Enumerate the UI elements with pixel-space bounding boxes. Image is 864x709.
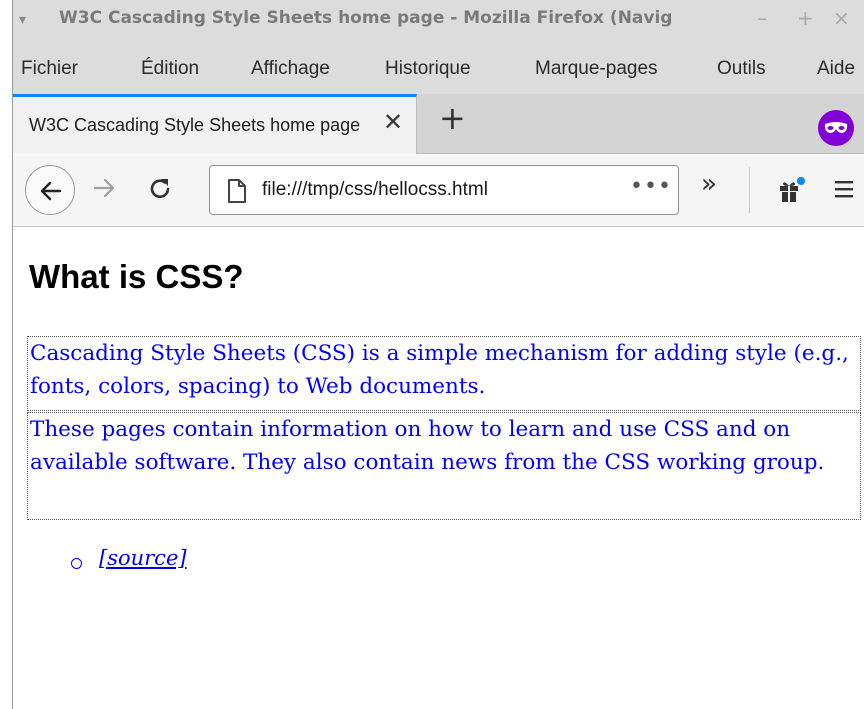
menu-fichier[interactable]: Fichier	[21, 58, 78, 80]
menu-aide[interactable]: Aide	[817, 58, 855, 80]
menu-edition[interactable]: Édition	[141, 58, 199, 80]
toolbar-divider	[749, 167, 750, 213]
private-browsing-icon	[818, 110, 854, 146]
overflow-icon[interactable]: »	[701, 171, 717, 197]
window-menu-icon[interactable]: ▾	[19, 12, 26, 28]
tab-active[interactable]: W3C Cascading Style Sheets home page ✕	[13, 94, 417, 154]
window-title: W3C Cascading Style Sheets home page - M…	[59, 8, 673, 28]
source-link[interactable]: [source]	[99, 546, 187, 570]
paragraph-intro: Cascading Style Sheets (CSS) is a simple…	[27, 336, 861, 411]
menu-outils[interactable]: Outils	[717, 58, 766, 80]
back-arrow-icon	[40, 181, 62, 201]
menu-affichage[interactable]: Affichage	[251, 58, 330, 80]
reload-icon[interactable]	[146, 175, 174, 203]
menu-bar: Fichier Édition Affichage Historique Mar…	[13, 38, 864, 94]
url-text: file:///tmp/css/hellocss.html	[262, 179, 488, 200]
list-bullet	[71, 558, 82, 569]
page-icon	[228, 179, 246, 203]
menu-marque-pages[interactable]: Marque-pages	[535, 58, 658, 80]
menu-historique[interactable]: Historique	[385, 58, 471, 80]
title-bar: ▾ W3C Cascading Style Sheets home page -…	[13, 0, 864, 38]
page-heading: What is CSS?	[29, 258, 244, 295]
paragraph-info: These pages contain information on how t…	[27, 412, 861, 520]
gift-icon[interactable]	[777, 175, 807, 205]
forward-arrow-icon[interactable]	[91, 175, 117, 201]
close-window-button[interactable]: ×	[833, 6, 850, 30]
maximize-button[interactable]: +	[797, 6, 814, 30]
nav-bar: file:///tmp/css/hellocss.html ••• »	[13, 155, 864, 227]
hamburger-icon[interactable]	[833, 177, 857, 201]
page-actions-icon[interactable]: •••	[630, 174, 672, 199]
browser-window: ▾ W3C Cascading Style Sheets home page -…	[12, 0, 864, 709]
tab-strip: W3C Cascading Style Sheets home page ✕ +	[13, 94, 864, 154]
back-button[interactable]	[25, 165, 75, 215]
tab-title: W3C Cascading Style Sheets home page	[29, 115, 361, 135]
minimize-button[interactable]: –	[757, 6, 767, 30]
url-bar[interactable]: file:///tmp/css/hellocss.html •••	[209, 165, 679, 215]
close-tab-icon[interactable]: ✕	[383, 110, 403, 134]
new-tab-icon[interactable]: +	[439, 102, 466, 134]
page-content: What is CSS? Cascading Style Sheets (CSS…	[13, 228, 864, 709]
